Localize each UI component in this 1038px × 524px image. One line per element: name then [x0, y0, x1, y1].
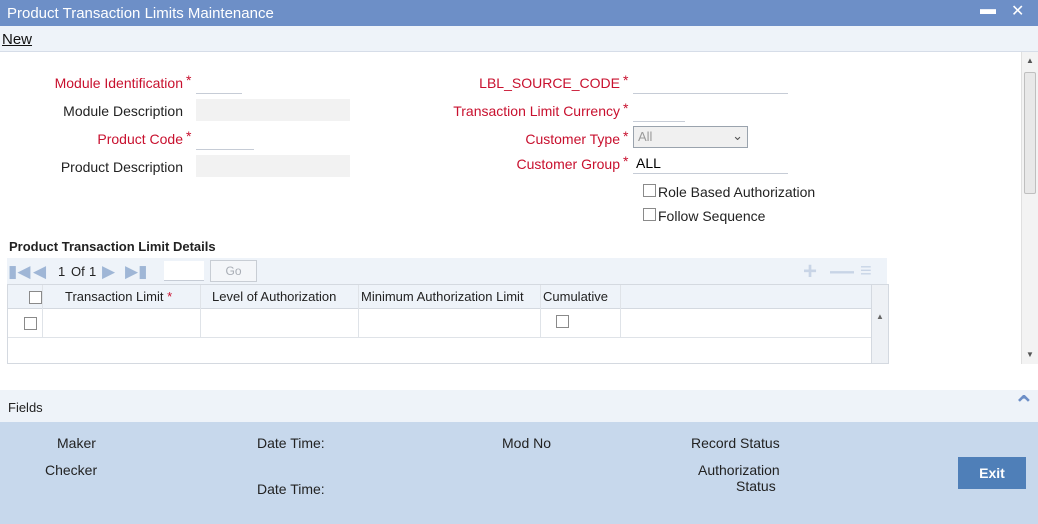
grid-scrollbar[interactable]: ▲ — [871, 285, 888, 363]
grid-header: Transaction Limit * Level of Authorizati… — [8, 285, 872, 309]
column-header-level-of-authorization[interactable]: Level of Authorization — [212, 289, 336, 304]
scrollbar-thumb[interactable] — [1024, 72, 1036, 194]
go-button[interactable]: Go — [210, 260, 257, 282]
product-description-label: Product Description — [60, 159, 183, 175]
transaction-limit-grid: Transaction Limit * Level of Authorizati… — [7, 284, 889, 364]
required-mark: * — [186, 72, 192, 88]
module-identification-label: Module Identification — [54, 75, 183, 91]
fields-label[interactable]: Fields — [8, 400, 43, 415]
chevron-up-icon[interactable]: ⌃ — [1013, 390, 1035, 421]
window-title: Product Transaction Limits Maintenance — [7, 5, 274, 22]
details-section-title: Product Transaction Limit Details — [9, 239, 216, 254]
follow-sequence-label: Follow Sequence — [658, 208, 766, 224]
minimum-authorization-limit-cell[interactable] — [360, 311, 538, 335]
checker-label: Checker — [45, 462, 98, 478]
scroll-up-icon[interactable]: ▲ — [876, 312, 884, 321]
minimize-icon[interactable]: ▬ — [980, 1, 996, 19]
transaction-limit-currency-input[interactable] — [633, 100, 685, 122]
pager-of-label: Of — [71, 264, 85, 279]
customer-type-value: All — [638, 129, 653, 144]
chevron-down-icon: ⌄ — [732, 128, 743, 143]
mod-no-label: Mod No — [502, 435, 552, 451]
fields-bar: Fields ⌃ — [0, 390, 1038, 422]
scroll-up-icon[interactable]: ▲ — [1026, 56, 1034, 65]
single-view-icon[interactable]: ≡ — [860, 260, 872, 283]
record-status-label: Record Status — [691, 435, 780, 451]
transaction-limit-currency-label: Transaction Limit Currency — [453, 103, 620, 119]
column-header-transaction-limit[interactable]: Transaction Limit * — [65, 289, 172, 304]
required-mark: * — [623, 72, 629, 88]
row-select-checkbox[interactable] — [24, 317, 37, 330]
grid-pager: ▮◀ ◀ 1 Of 1 ▶ ▶▮ Go + — ≡ — [7, 258, 887, 286]
product-code-input[interactable] — [196, 128, 254, 150]
add-row-icon[interactable]: + — [803, 258, 817, 286]
level-of-authorization-cell[interactable] — [202, 311, 356, 335]
source-code-input[interactable] — [633, 72, 788, 94]
first-page-icon[interactable]: ▮◀ — [8, 262, 30, 282]
exit-button[interactable]: Exit — [958, 457, 1026, 489]
required-mark: * — [623, 100, 629, 116]
module-identification-input[interactable] — [196, 72, 242, 94]
window-title-bar: Product Transaction Limits Maintenance ▬… — [0, 0, 1038, 26]
follow-sequence-checkbox[interactable] — [643, 208, 656, 221]
column-header-minimum-authorization-limit[interactable]: Minimum Authorization Limit — [361, 289, 524, 304]
pager-total: 1 — [89, 264, 97, 279]
next-page-icon[interactable]: ▶ — [102, 262, 115, 282]
column-header-cumulative[interactable]: Cumulative — [543, 289, 608, 304]
required-mark: * — [186, 128, 192, 144]
module-description-label: Module Description — [63, 103, 183, 119]
column-header-label: Transaction Limit — [65, 289, 164, 304]
product-description-input[interactable] — [196, 155, 350, 177]
authorization-status-label-line2: Status — [736, 478, 776, 494]
audit-footer: Maker Checker Date Time: Date Time: Mod … — [0, 422, 1038, 524]
checker-date-time-label: Date Time: — [257, 481, 325, 497]
table-row — [8, 309, 872, 338]
scroll-down-icon[interactable]: ▼ — [1026, 350, 1034, 359]
authorization-status-label-line1: Authorization — [698, 462, 780, 478]
delete-row-icon[interactable]: — — [830, 258, 854, 286]
maker-label: Maker — [57, 435, 96, 451]
role-based-authorization-checkbox[interactable] — [643, 184, 656, 197]
page-scrollbar[interactable]: ▲ ▼ — [1021, 52, 1038, 364]
source-code-label: LBL_SOURCE_CODE — [479, 75, 620, 91]
last-page-icon[interactable]: ▶▮ — [125, 262, 147, 282]
close-icon[interactable]: ✕ — [1011, 1, 1024, 21]
new-link[interactable]: New — [2, 31, 32, 48]
select-all-checkbox[interactable] — [29, 291, 42, 304]
required-mark: * — [167, 289, 173, 304]
required-mark: * — [623, 128, 629, 144]
required-mark: * — [623, 153, 629, 169]
transaction-limit-cell[interactable] — [44, 311, 198, 335]
customer-group-label: Customer Group — [516, 156, 620, 172]
module-description-input[interactable] — [196, 99, 350, 121]
customer-type-select[interactable]: All ⌄ — [633, 126, 748, 148]
role-based-authorization-label: Role Based Authorization — [658, 184, 816, 200]
menu-bar: New — [0, 26, 1038, 52]
maker-date-time-label: Date Time: — [257, 435, 325, 451]
cumulative-checkbox[interactable] — [556, 315, 569, 328]
page-number-input[interactable] — [164, 261, 204, 281]
previous-page-icon[interactable]: ◀ — [33, 262, 46, 282]
customer-group-input[interactable] — [633, 152, 788, 174]
customer-type-label: Customer Type — [525, 131, 620, 147]
pager-current: 1 — [58, 264, 66, 279]
product-code-label: Product Code — [97, 131, 183, 147]
